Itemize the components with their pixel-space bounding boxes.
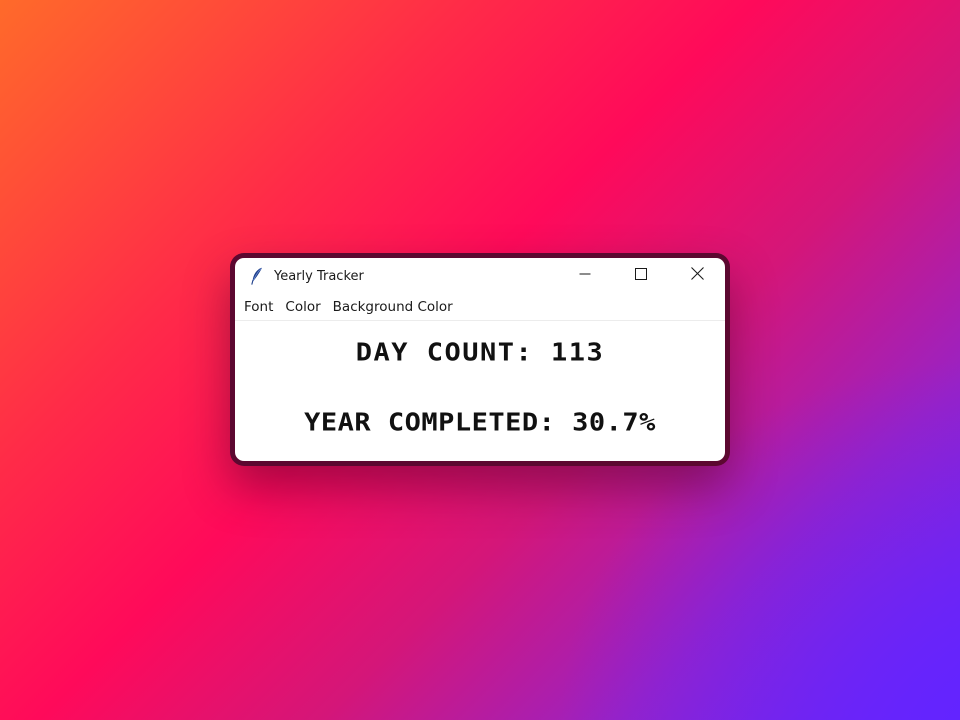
menu-background-color[interactable]: Background Color <box>328 296 458 318</box>
maximize-button[interactable] <box>613 258 669 294</box>
close-icon <box>690 267 704 285</box>
menu-font[interactable]: Font <box>239 296 278 318</box>
window-controls <box>557 258 725 294</box>
menu-color[interactable]: Color <box>280 296 325 318</box>
day-count-label: DAY COUNT: 113 <box>355 338 605 367</box>
minimize-icon <box>579 267 591 285</box>
title-bar[interactable]: Yearly Tracker <box>235 258 725 294</box>
window-title: Yearly Tracker <box>274 268 364 284</box>
app-window: Yearly Tracker Font Color Background Col… <box>235 258 725 461</box>
minimize-button[interactable] <box>557 258 613 294</box>
menu-bar: Font Color Background Color <box>235 294 725 321</box>
close-button[interactable] <box>669 258 725 294</box>
tracker-content: DAY COUNT: 113 YEAR COMPLETED: 30.7% <box>235 321 725 461</box>
feather-icon <box>248 267 266 285</box>
year-completed-label: YEAR COMPLETED: 30.7% <box>304 408 656 437</box>
maximize-icon <box>635 267 647 285</box>
app-window-frame: Yearly Tracker Font Color Background Col… <box>230 253 730 466</box>
